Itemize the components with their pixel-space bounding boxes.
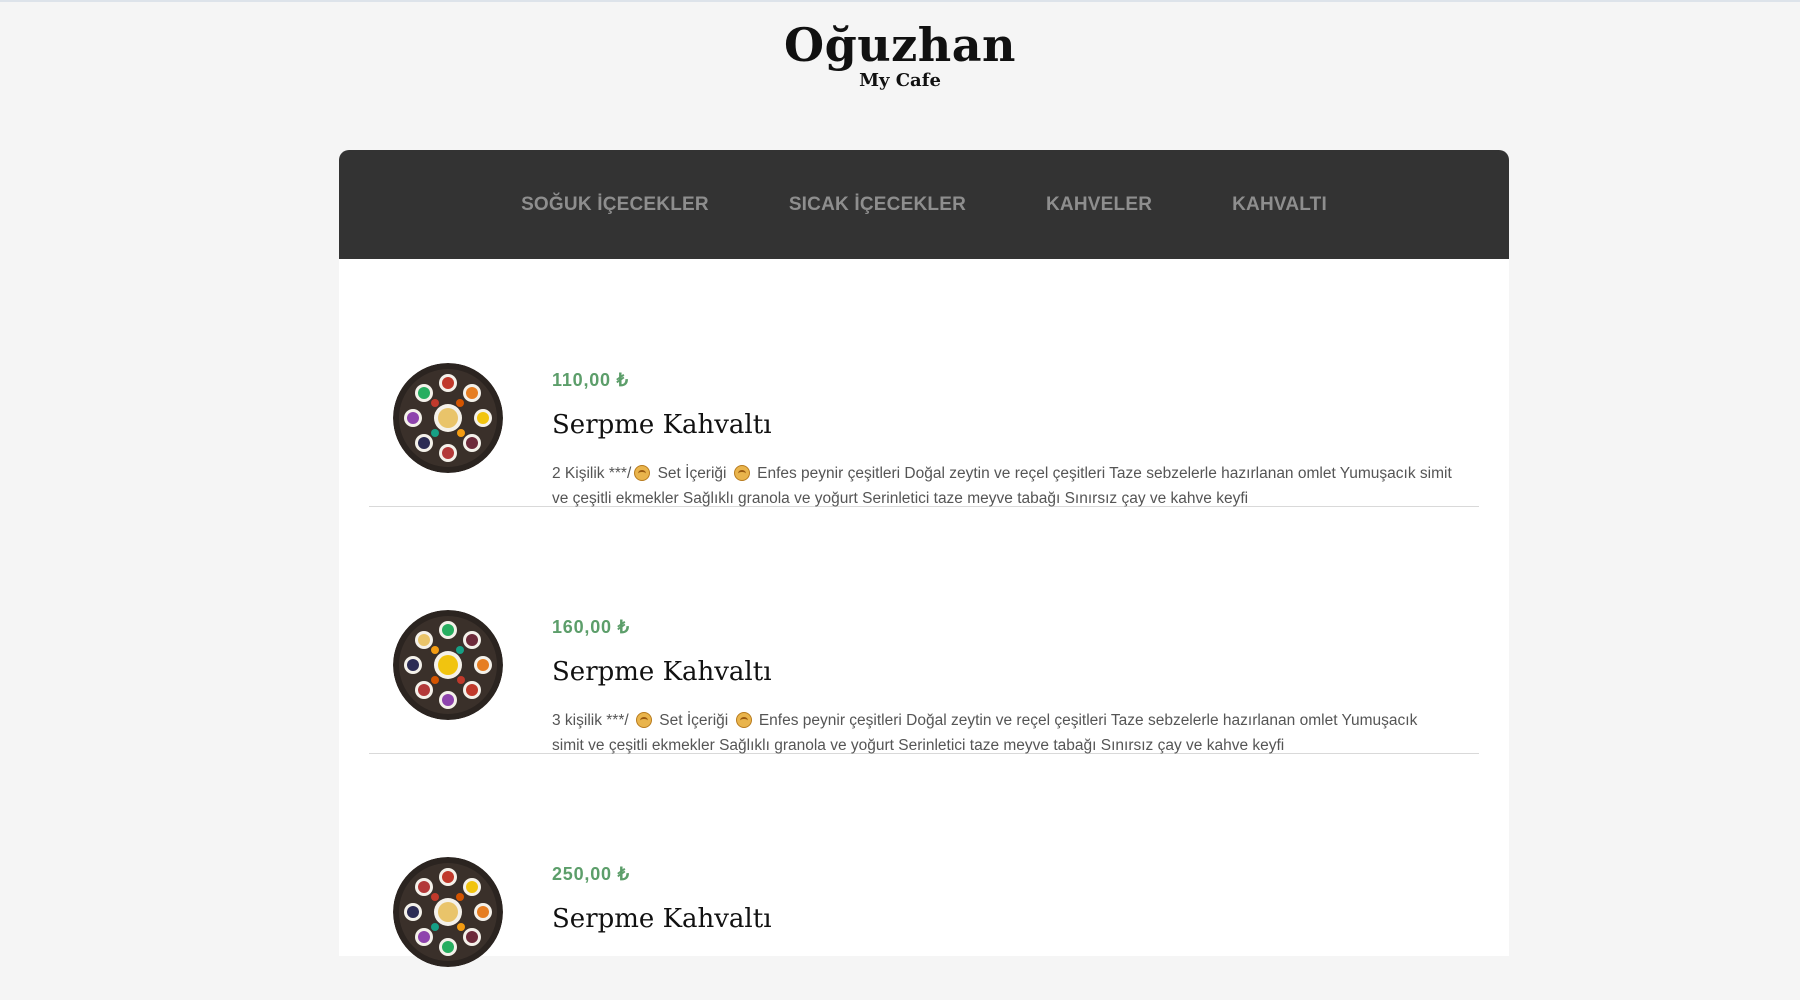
menu-item: 250,00 ₺ Serpme Kahvaltı: [369, 753, 1479, 1000]
item-price: 160,00 ₺: [552, 617, 630, 637]
breakfast-platter-image: [393, 857, 503, 967]
item-price: 110,00 ₺: [552, 370, 629, 390]
breakfast-platter-image: [393, 363, 503, 473]
menu-item: 160,00 ₺ Serpme Kahvaltı 3 kişilik ***/ …: [369, 506, 1479, 754]
brand-title: Oğuzhan: [784, 18, 1016, 72]
nav-item-soguk-icecekler[interactable]: SOĞUK İÇECEKLER: [521, 194, 709, 216]
item-desc-mid: Set İçeriği: [657, 465, 727, 482]
menu-content: 110,00 ₺ Serpme Kahvaltı 2 Kişilik ***/ …: [339, 259, 1509, 967]
item-price: 250,00 ₺: [552, 864, 630, 884]
nav-item-kahveler[interactable]: KAHVELER: [1046, 194, 1152, 216]
bread-icon: [635, 712, 652, 728]
item-desc-prefix: 3 kişilik ***/: [552, 712, 629, 729]
bread-icon: [634, 465, 651, 481]
nav-item-kahvalti[interactable]: KAHVALTI: [1232, 194, 1327, 216]
item-name: Serpme Kahvaltı: [552, 657, 772, 687]
item-name: Serpme Kahvaltı: [552, 904, 772, 934]
brand-subtitle: My Cafe: [859, 70, 941, 91]
item-desc-mid: Set İçeriği: [659, 712, 729, 729]
item-name: Serpme Kahvaltı: [552, 410, 772, 440]
item-description: 2 Kişilik ***/ Set İçeriği Enfes peynir …: [552, 461, 1452, 511]
nav-item-sicak-icecekler[interactable]: SICAK İÇECEKLER: [789, 194, 966, 216]
item-description: 3 kişilik ***/ Set İçeriği Enfes peynir …: [552, 708, 1452, 758]
bread-icon: [735, 712, 752, 728]
item-desc-prefix: 2 Kişilik ***/: [552, 465, 632, 482]
bread-icon: [733, 465, 750, 481]
window-top-border: [0, 0, 1800, 2]
breakfast-platter-image: [393, 610, 503, 720]
menu-item: 110,00 ₺ Serpme Kahvaltı 2 Kişilik ***/ …: [369, 259, 1479, 507]
category-nav: SOĞUK İÇECEKLER SICAK İÇECEKLER KAHVELER…: [339, 150, 1509, 259]
